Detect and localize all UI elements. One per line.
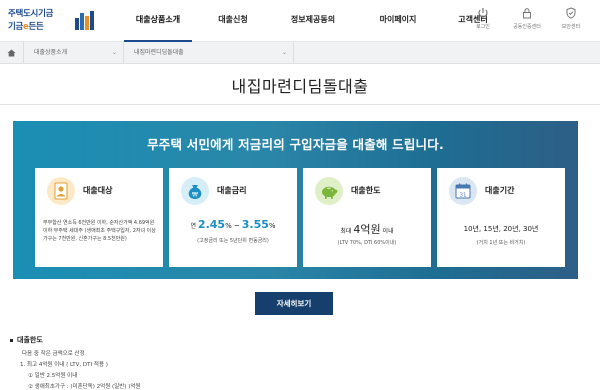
limit-suffix: 이내 [382, 228, 394, 235]
calendar-icon: 31 [449, 177, 477, 205]
section-line: 1. 최고 4억원 이내 ( LTV, DTI 적용 ) [20, 362, 108, 368]
nav-item-consent[interactable]: 정보제공동의 [268, 0, 358, 42]
rate-unit: % [268, 222, 276, 230]
title-divider [0, 104, 600, 105]
chevron-down-icon: ⌄ [111, 49, 117, 56]
rate-low: 2.45 [197, 218, 226, 231]
breadcrumb-level2[interactable]: 내집마련디딤돌대출 ⌄ [124, 42, 294, 63]
svg-text:31: 31 [460, 192, 467, 198]
card-loan-term: 31 대출기간 10년, 15년, 20년, 30년 (거치 1년 또는 비거치… [437, 168, 565, 267]
card-loan-limit-title: 대출한도 [351, 186, 381, 195]
site-header: 주택도시기금 기금e든든 대출상품소개 대출신청 정보제공동의 마이페이지 고객… [0, 0, 600, 42]
security-center-link[interactable]: 보안센터 [556, 7, 586, 30]
card-eligibility: 대출대상 부부합산 연소득 6천만원 이하, 순자산가액 4.69억원 이하 무… [35, 168, 163, 267]
piggy-bank-icon [315, 177, 343, 205]
nav-item-loan-products[interactable]: 대출상품소개 [118, 0, 198, 42]
loan-limit-note: (LTV 70%, DTI 60%이내) [337, 240, 397, 246]
cert-center-link[interactable]: 공동인증센터 [512, 7, 542, 30]
loan-term-periods: 10년, 15년, 20년, 30년 [463, 225, 539, 233]
money-bag-icon: ₩ [181, 177, 209, 205]
loan-limit-amount: 최대 4억원 이내 [303, 221, 431, 237]
site-logo[interactable]: 주택도시기금 기금e든든 [8, 7, 100, 35]
rate-range: 연 2.45% ~ 3.55% [169, 218, 297, 231]
logo-line2: 기금e든든 [8, 22, 44, 32]
bullet-square-icon [10, 338, 13, 342]
chevron-down-icon: ⌄ [281, 49, 287, 56]
loan-term-note: (거치 1년 또는 비거치) [476, 240, 526, 246]
logo-line1: 주택도시기금 [8, 9, 54, 19]
limit-amount: 4억원 [353, 223, 381, 236]
rate-high: 3.55 [241, 218, 269, 231]
product-banner: 무주택 서민에게 저금리의 구입자금을 대출해 드립니다. 대출대상 부부합산 … [13, 121, 578, 279]
security-center-label: 보안센터 [561, 24, 581, 30]
login-link[interactable]: 로그인 [468, 7, 498, 30]
cert-center-label: 공동인증센터 [513, 24, 541, 30]
svg-text:₩: ₩ [192, 192, 198, 199]
limit-prefix: 최대 [340, 228, 352, 235]
section-line: ① 일반 2.5억원 이내 [28, 373, 78, 379]
card-loan-term-title: 대출기간 [485, 186, 515, 195]
logo-mark-icon [75, 11, 94, 30]
rate-note: (고정금리 또는 5년단위 변동금리) [197, 238, 269, 244]
rate-prefix: 연 [190, 223, 196, 230]
login-label: 로그인 [476, 24, 490, 30]
page-title: 내집마련디딤돌대출 [231, 77, 369, 96]
nav-item-apply[interactable]: 대출신청 [198, 0, 268, 42]
card-interest-rate-title: 대출금리 [217, 186, 247, 195]
rate-separator: % ~ [225, 222, 240, 230]
breadcrumb-home[interactable] [0, 42, 24, 63]
power-icon [478, 8, 488, 18]
lock-icon [523, 8, 531, 19]
breadcrumb-level1-label: 대출상품소개 [34, 49, 68, 56]
person-id-icon [47, 177, 75, 205]
section-line: 다음 중 작은 금액으로 산정 [22, 351, 85, 357]
shield-icon [566, 7, 576, 19]
banner-headline: 무주택 서민에게 저금리의 구입자금을 대출해 드립니다. [147, 137, 444, 152]
view-details-button[interactable]: 자세히보기 [255, 292, 333, 315]
home-icon [7, 49, 16, 56]
card-eligibility-title: 대출대상 [83, 186, 113, 195]
utility-links: 로그인 공동인증센터 보안센터 [468, 7, 586, 30]
breadcrumb-level1[interactable]: 대출상품소개 ⌄ [24, 42, 124, 63]
main-nav: 대출상품소개 대출신청 정보제공동의 마이페이지 고객센터 [118, 0, 508, 42]
breadcrumb: 대출상품소개 ⌄ 내집마련디딤돌대출 ⌄ [0, 42, 600, 64]
section-line: ② 생애최초가구 : (미혼단독) 2억원 (일반) )억원 [28, 384, 141, 390]
card-interest-rate: ₩ 대출금리 연 2.45% ~ 3.55% (고정금리 또는 5년단위 변동금… [169, 168, 297, 267]
section-title: 대출한도 [10, 335, 43, 345]
card-loan-limit: 대출한도 최대 4억원 이내 (LTV 70%, DTI 60%이내) [303, 168, 431, 267]
summary-cards: 대출대상 부부합산 연소득 6천만원 이하, 순자산가액 4.69억원 이하 무… [35, 168, 565, 267]
card-eligibility-desc: 부부합산 연소득 6천만원 이하, 순자산가액 4.69억원 이하 무주택 세대… [43, 220, 156, 242]
breadcrumb-level2-label: 내집마련디딤돌대출 [134, 49, 184, 56]
nav-item-mypage[interactable]: 마이페이지 [358, 0, 438, 42]
section-title-label: 대출한도 [17, 336, 43, 344]
